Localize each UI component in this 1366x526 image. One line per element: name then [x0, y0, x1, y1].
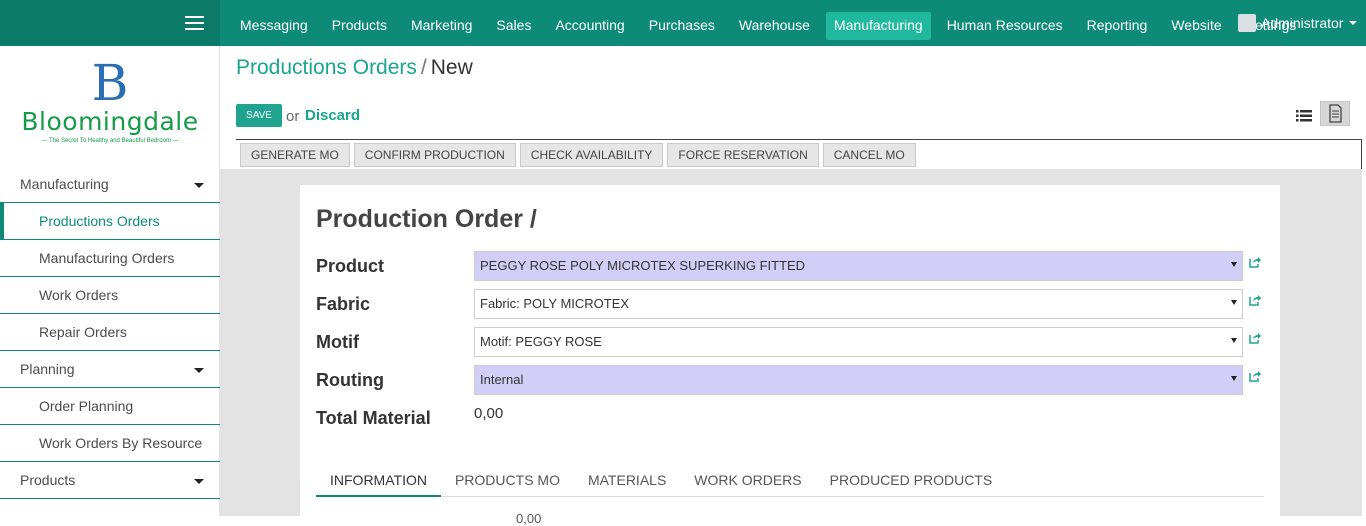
- fabric-value: Fabric: POLY MICROTEX: [480, 296, 630, 311]
- tab-products-mo[interactable]: PRODUCTS MO: [441, 465, 574, 497]
- check-availability-button[interactable]: CHECK AVAILABILITY: [519, 143, 664, 167]
- menu-manufacturing[interactable]: Manufacturing: [825, 12, 931, 40]
- menu-messaging[interactable]: Messaging: [232, 12, 316, 40]
- sidebar-item-repair-orders[interactable]: Repair Orders: [0, 314, 220, 351]
- section-label: Planning: [20, 361, 75, 377]
- logo-tagline: — The Secret To Healthy and Beautiful Be…: [41, 138, 179, 144]
- menu-website[interactable]: Website: [1163, 12, 1229, 40]
- logo-name: Bloomingdale: [21, 107, 199, 136]
- discard-link[interactable]: Discard: [305, 107, 360, 124]
- dropdown-arrow-icon: [1231, 376, 1237, 381]
- motif-row: Motif Motif: PEGGY ROSE: [316, 327, 1266, 357]
- routing-value: Internal: [480, 372, 524, 387]
- menu-reporting[interactable]: Reporting: [1079, 12, 1156, 40]
- menu-warehouse[interactable]: Warehouse: [731, 12, 818, 40]
- breadcrumb: Productions Orders / New: [236, 56, 473, 80]
- top-menu: Messaging Products Marketing Sales Accou…: [232, 12, 1312, 40]
- total-material-label: Total Material: [316, 408, 431, 428]
- tab-work-orders[interactable]: WORK ORDERS: [680, 465, 815, 497]
- chevron-down-icon: [194, 183, 204, 188]
- menu-marketing[interactable]: Marketing: [403, 12, 480, 40]
- total-material-row: Total Material 0,00: [316, 403, 1266, 433]
- company-logo[interactable]: B Bloomingdale — The Secret To Healthy a…: [20, 58, 200, 158]
- routing-label: Routing: [316, 370, 384, 390]
- logo-letter: B: [91, 54, 129, 112]
- tab-produced-products[interactable]: PRODUCED PRODUCTS: [816, 465, 1007, 497]
- chevron-down-icon: [194, 368, 204, 373]
- confirm-production-button[interactable]: CONFIRM PRODUCTION: [353, 143, 516, 167]
- menu-products[interactable]: Products: [324, 12, 395, 40]
- dropdown-arrow-icon: [1231, 262, 1237, 267]
- fabric-label: Fabric: [316, 294, 371, 314]
- external-link-icon[interactable]: [1248, 331, 1262, 345]
- tab-content-value: 0,00: [516, 511, 542, 526]
- fabric-select[interactable]: Fabric: POLY MICROTEX: [474, 289, 1243, 319]
- top-navbar: Messaging Products Marketing Sales Accou…: [0, 0, 1366, 46]
- list-view-icon[interactable]: [1294, 104, 1316, 126]
- hamburger-menu-icon[interactable]: [185, 16, 204, 30]
- motif-label: Motif: [316, 332, 359, 352]
- sidebar-item-productions-orders[interactable]: Productions Orders: [0, 203, 220, 240]
- routing-select[interactable]: Internal: [474, 365, 1243, 395]
- form-view-icon[interactable]: [1320, 101, 1350, 126]
- dropdown-arrow-icon: [1231, 300, 1237, 305]
- or-label: or: [286, 108, 300, 125]
- generate-mo-button[interactable]: GENERATE MO: [240, 143, 350, 167]
- caret-down-icon: [1349, 21, 1358, 25]
- sidebar-section-planning[interactable]: Planning: [0, 351, 220, 388]
- sidebar-item-order-planning[interactable]: Order Planning: [0, 388, 220, 425]
- breadcrumb-current: New: [430, 56, 473, 79]
- avatar: [1238, 14, 1256, 32]
- hamburger-area: [0, 0, 220, 46]
- cancel-mo-button[interactable]: CANCEL MO: [822, 143, 916, 167]
- form-sheet: Production Order / Product PEGGY ROSE PO…: [300, 185, 1280, 526]
- fabric-row: Fabric Fabric: POLY MICROTEX: [316, 289, 1266, 319]
- sidebar-section-products[interactable]: Products: [0, 462, 220, 499]
- total-material-value: 0,00: [474, 405, 504, 422]
- routing-row: Routing Internal: [316, 365, 1266, 395]
- section-label: Manufacturing: [20, 176, 109, 192]
- sidebar-item-manufacturing-orders[interactable]: Manufacturing Orders: [0, 240, 220, 277]
- main-content: Productions Orders / New SAVE or Discard G…: [220, 46, 1366, 526]
- section-label: Products: [20, 472, 76, 488]
- product-select[interactable]: PEGGY ROSE POLY MICROTEX SUPERKING FITTE…: [474, 251, 1243, 281]
- status-bar: GENERATE MO CONFIRM PRODUCTION CHECK AVA…: [236, 139, 1362, 169]
- sidebar-nav: Manufacturing Productions Orders Manufac…: [0, 166, 220, 499]
- product-row: Product PEGGY ROSE POLY MICROTEX SUPERKI…: [316, 251, 1266, 281]
- menu-accounting[interactable]: Accounting: [547, 12, 632, 40]
- sidebar-item-work-orders[interactable]: Work Orders: [0, 277, 220, 314]
- breadcrumb-separator: /: [420, 56, 427, 79]
- form-title: Production Order /: [316, 205, 537, 233]
- sidebar: B Bloomingdale — The Secret To Healthy a…: [0, 46, 220, 516]
- tab-materials[interactable]: MATERIALS: [574, 465, 680, 497]
- sidebar-item-work-orders-by-resource[interactable]: Work Orders By Resource: [0, 425, 220, 462]
- product-label: Product: [316, 256, 385, 276]
- form-tabs: INFORMATION PRODUCTS MO MATERIALS WORK O…: [316, 465, 1264, 497]
- save-button[interactable]: SAVE: [236, 104, 282, 127]
- motif-select[interactable]: Motif: PEGGY ROSE: [474, 327, 1243, 357]
- breadcrumb-parent[interactable]: Productions Orders: [236, 56, 417, 79]
- user-menu[interactable]: Administrator: [1238, 14, 1358, 32]
- motif-value: Motif: PEGGY ROSE: [480, 334, 602, 349]
- sidebar-section-manufacturing[interactable]: Manufacturing: [0, 166, 220, 203]
- chevron-down-icon: [194, 479, 204, 484]
- form-background: Production Order / Product PEGGY ROSE PO…: [220, 169, 1362, 526]
- product-value: PEGGY ROSE POLY MICROTEX SUPERKING FITTE…: [480, 258, 806, 273]
- menu-purchases[interactable]: Purchases: [641, 12, 723, 40]
- force-reservation-button[interactable]: FORCE RESERVATION: [667, 143, 819, 167]
- menu-human-resources[interactable]: Human Resources: [939, 12, 1071, 40]
- external-link-icon[interactable]: [1248, 255, 1262, 269]
- dropdown-arrow-icon: [1231, 338, 1237, 343]
- external-link-icon[interactable]: [1248, 369, 1262, 383]
- external-link-icon[interactable]: [1248, 293, 1262, 307]
- tab-information[interactable]: INFORMATION: [316, 465, 441, 497]
- menu-sales[interactable]: Sales: [488, 12, 539, 40]
- user-name: Administrator: [1261, 15, 1344, 31]
